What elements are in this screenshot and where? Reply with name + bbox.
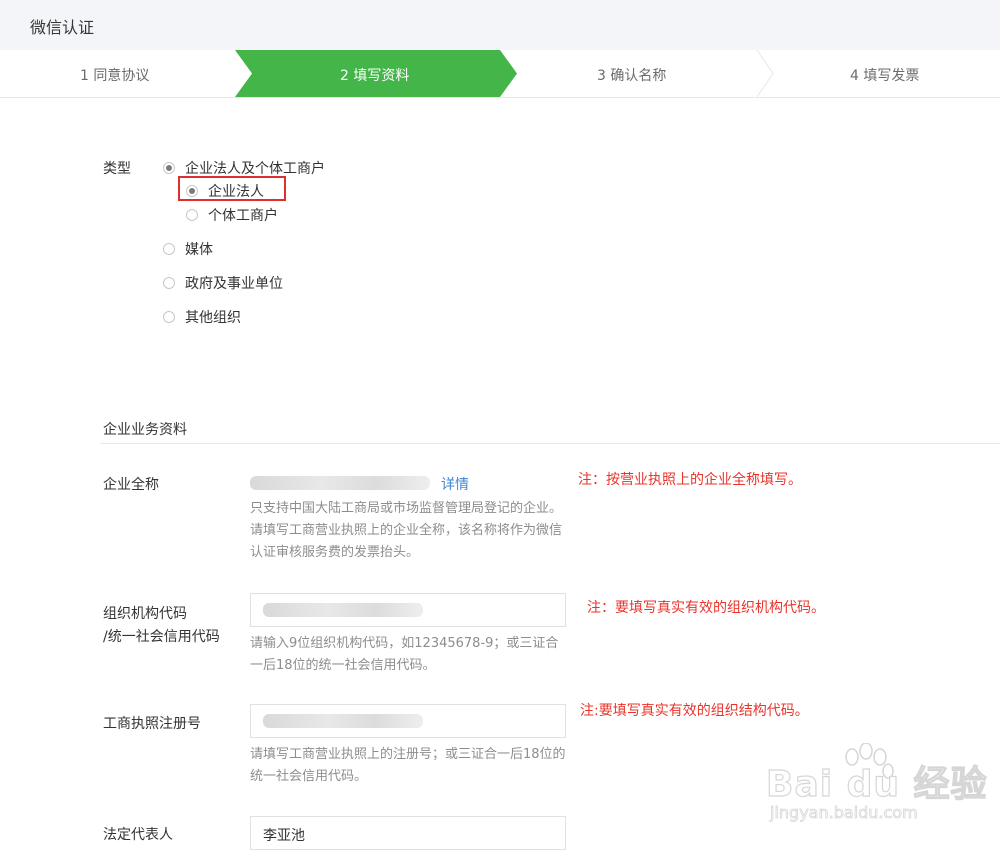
top-bar: 微信认证 xyxy=(0,0,1000,50)
org-code-value-blurred xyxy=(263,603,423,617)
section-title: 企业业务资料 xyxy=(103,422,187,438)
legal-rep-input[interactable]: 李亚池 xyxy=(250,816,566,850)
baidu-jingyan-watermark: Bai du 经验 jingyan.baidu.com xyxy=(765,743,987,835)
company-name-hint: 只支持中国大陆工商局或市场监督管理局登记的企业。请填写工商营业执照上的企业全称，… xyxy=(250,501,563,560)
type-label: 类型 xyxy=(103,161,131,177)
legal-rep-value: 李亚池 xyxy=(263,828,305,844)
watermark-brand: Bai du 经验 xyxy=(765,763,988,805)
legal-rep-label: 法定代表人 xyxy=(103,827,173,843)
org-code-hint: 请输入9位组织机构代码，如12345678-9；或三证合一后18位的统一社会信用… xyxy=(250,636,559,673)
radio-label: 企业法人及个体工商户 xyxy=(185,161,325,177)
org-code-note: 注：要填写真实有效的组织机构代码。 xyxy=(587,600,825,616)
step-3: 3 确认名称 xyxy=(597,68,667,84)
radio-unchecked-icon[interactable] xyxy=(163,311,175,323)
watermark-url: jingyan.baidu.com xyxy=(770,803,918,823)
org-code-input[interactable] xyxy=(250,593,566,627)
step-2-active: 2 填写资料 xyxy=(340,68,410,84)
registration-no-hint: 请填写工商营业执照上的注册号；或三证合一后18位的统一社会信用代码。 xyxy=(250,747,566,784)
highlight-annotation-box xyxy=(178,176,286,201)
org-code-label-line2: /统一社会信用代码 xyxy=(103,629,220,645)
radio-unchecked-icon[interactable] xyxy=(163,277,175,289)
company-name-note: 注：按营业执照上的企业全称填写。 xyxy=(578,472,802,488)
radio-label: 个体工商户 xyxy=(208,208,278,224)
step-4: 4 填写发票 xyxy=(850,68,920,84)
radio-label: 其他组织 xyxy=(185,310,241,326)
radio-other-org[interactable]: 其他组织 xyxy=(163,307,241,327)
window-title: 微信认证 xyxy=(30,18,95,37)
radio-label: 媒体 xyxy=(185,242,213,258)
step-divider-chevron xyxy=(756,50,774,97)
radio-enterprise-and-individual[interactable]: 企业法人及个体工商户 xyxy=(163,158,325,178)
radio-individual-business[interactable]: 个体工商户 xyxy=(186,205,278,225)
step-progress: 1 同意协议 2 填写资料 3 确认名称 4 填写发票 xyxy=(0,50,1000,98)
registration-no-value-blurred xyxy=(263,714,423,728)
radio-unchecked-icon[interactable] xyxy=(186,209,198,221)
step-1: 1 同意协议 xyxy=(80,68,150,84)
org-code-label-line1: 组织机构代码 xyxy=(103,606,187,622)
registration-no-label: 工商执照注册号 xyxy=(103,716,201,732)
company-name-value-blurred xyxy=(250,476,430,490)
registration-no-input[interactable] xyxy=(250,704,566,738)
section-divider xyxy=(100,443,1000,444)
radio-unchecked-icon[interactable] xyxy=(163,243,175,255)
radio-government[interactable]: 政府及事业单位 xyxy=(163,273,283,293)
company-name-detail-link[interactable]: 详情 xyxy=(441,474,469,494)
radio-media[interactable]: 媒体 xyxy=(163,239,213,259)
registration-no-note: 注:要填写真实有效的组织结构代码。 xyxy=(580,703,809,719)
radio-checked-icon[interactable] xyxy=(163,162,175,174)
company-name-label: 企业全称 xyxy=(103,477,159,493)
radio-label: 政府及事业单位 xyxy=(185,276,283,292)
